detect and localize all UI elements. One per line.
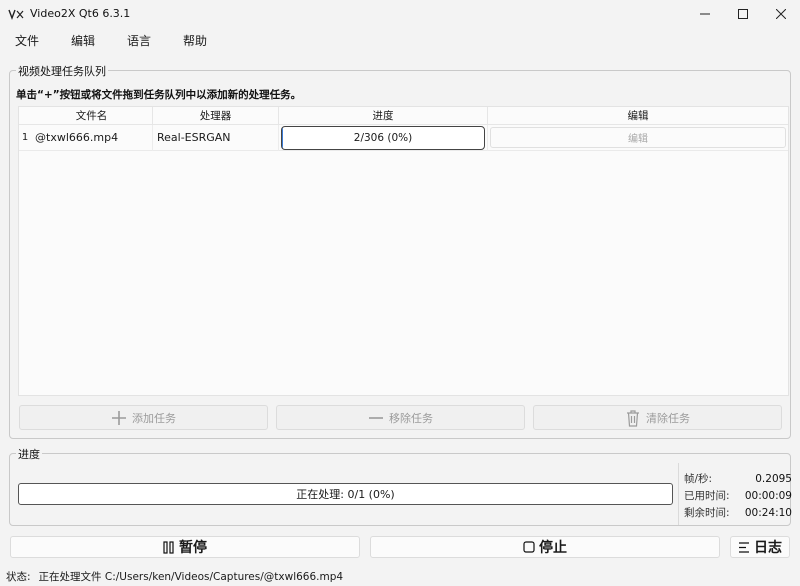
status-label: 状态:	[6, 571, 31, 583]
header-edit[interactable]: 编辑	[488, 107, 788, 124]
progress-group-title: 进度	[16, 446, 42, 462]
menu-bar: 文件 编辑 语言 帮助	[0, 28, 800, 52]
plus-icon	[112, 410, 126, 425]
row-progress-text: 2/306 (0%)	[353, 131, 413, 144]
stat-fps: 帧/秒: 0.2095	[684, 470, 792, 487]
row-number: 1	[21, 132, 29, 143]
row-filename[interactable]: @txwl666.mp4	[31, 124, 153, 151]
clear-tasks-button[interactable]: 清除任务	[533, 405, 782, 430]
add-task-button[interactable]: 添加任务	[19, 405, 268, 430]
window-title: Video2X Qt6 6.3.1	[30, 7, 131, 20]
stat-fps-value: 0.2095	[755, 472, 792, 485]
task-table: 文件名 处理器 进度 编辑 1 @txwl666.mp4 Real-ESRGAN…	[18, 106, 789, 396]
stat-remaining-label: 剩余时间:	[684, 507, 730, 519]
minus-icon	[369, 416, 383, 419]
status-text: 正在处理文件 C:/Users/ken/Videos/Captures/@txw…	[38, 571, 344, 583]
table-row[interactable]: 1 @txwl666.mp4 Real-ESRGAN 2/306 (0%) 编辑	[19, 124, 788, 151]
stop-button[interactable]: 停止	[370, 536, 720, 558]
header-row-number	[19, 107, 31, 124]
minimize-icon	[700, 13, 710, 14]
row-progress-bar: 2/306 (0%)	[281, 125, 485, 150]
stats-panel: 帧/秒: 0.2095 已用时间: 00:00:09 剩余时间: 00:24:1…	[684, 470, 792, 521]
close-button[interactable]	[762, 0, 800, 27]
task-table-header: 文件名 处理器 进度 编辑	[19, 107, 788, 125]
overall-progress-text: 正在处理: 0/1 (0%)	[296, 488, 395, 501]
menu-help[interactable]: 帮助	[174, 29, 216, 52]
remove-task-button[interactable]: 移除任务	[276, 405, 525, 430]
stat-elapsed-value: 00:00:09	[744, 489, 792, 502]
header-processor[interactable]: 处理器	[153, 107, 279, 124]
stat-remaining: 剩余时间: 00:24:10	[684, 504, 792, 521]
minimize-button[interactable]	[686, 0, 724, 27]
pause-icon	[163, 540, 174, 554]
row-edit-cell: 编辑	[488, 125, 788, 151]
stop-label: 停止	[539, 540, 567, 556]
status-bar: 状态: 正在处理文件 C:/Users/ken/Videos/Captures/…	[0, 567, 800, 586]
row-processor[interactable]: Real-ESRGAN	[153, 124, 279, 151]
stat-fps-label: 帧/秒:	[684, 473, 713, 485]
log-button[interactable]: 日志	[730, 536, 790, 558]
header-filename[interactable]: 文件名	[31, 107, 153, 124]
stats-divider	[678, 463, 679, 525]
header-progress[interactable]: 进度	[279, 107, 488, 124]
close-icon	[776, 8, 786, 19]
pause-label: 暂停	[179, 540, 207, 556]
title-bar: Video2X Qt6 6.3.1	[0, 0, 800, 27]
log-label: 日志	[754, 540, 782, 556]
stat-remaining-value: 00:24:10	[744, 506, 792, 519]
maximize-icon	[738, 8, 748, 19]
row-edit-button[interactable]: 编辑	[490, 127, 786, 148]
add-task-label: 添加任务	[132, 411, 176, 425]
progress-group: 进度 正在处理: 0/1 (0%) 帧/秒: 0.2095 已用时间: 00:0…	[9, 446, 792, 526]
menu-file[interactable]: 文件	[6, 29, 48, 52]
menu-edit[interactable]: 编辑	[62, 29, 104, 52]
log-icon	[739, 541, 749, 553]
row-progress-cell: 2/306 (0%)	[279, 124, 488, 151]
trash-icon	[627, 409, 639, 427]
clear-tasks-label: 清除任务	[646, 411, 690, 425]
overall-progress-bar: 正在处理: 0/1 (0%)	[18, 483, 673, 505]
task-queue-hint: 单击“+”按钮或将文件拖到任务队列中以添加新的处理任务。	[16, 89, 302, 101]
menu-language[interactable]: 语言	[118, 29, 160, 52]
stop-icon	[523, 541, 535, 553]
task-queue-title: 视频处理任务队列	[16, 63, 108, 79]
task-queue-group: 视频处理任务队列 单击“+”按钮或将文件拖到任务队列中以添加新的处理任务。 文件…	[9, 63, 791, 439]
remove-task-label: 移除任务	[389, 411, 433, 425]
row-progress-fill	[282, 126, 284, 149]
app-logo-icon	[8, 8, 24, 20]
window-controls	[686, 0, 800, 27]
stat-elapsed-label: 已用时间:	[684, 490, 730, 502]
pause-button[interactable]: 暂停	[10, 536, 360, 558]
maximize-button[interactable]	[724, 0, 762, 27]
stat-elapsed: 已用时间: 00:00:09	[684, 487, 792, 504]
